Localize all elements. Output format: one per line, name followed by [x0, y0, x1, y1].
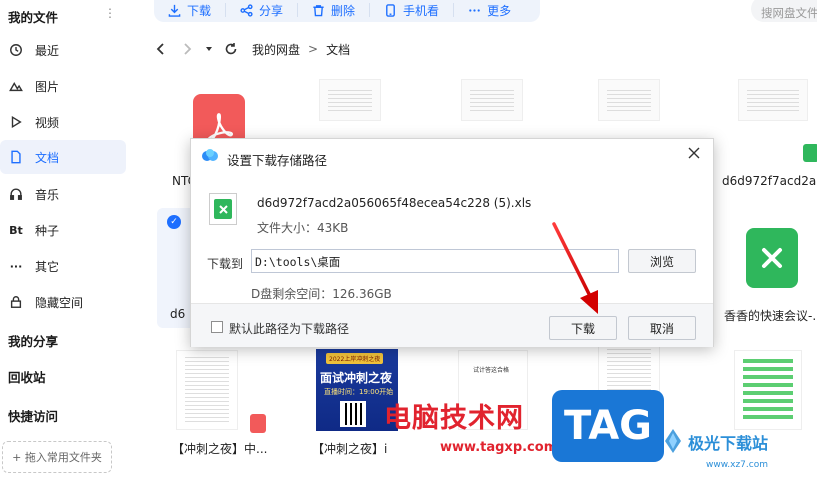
default-path-checkbox[interactable]: [211, 321, 223, 333]
lock-icon: [8, 294, 24, 310]
watermark-site-name: 电脑技术网: [384, 403, 524, 434]
sidebar-quick-access[interactable]: 快捷访问: [8, 406, 58, 425]
baidu-netdisk-logo: [202, 149, 218, 161]
drop-folder-zone[interactable]: + 拖入常用文件夹: [2, 441, 112, 473]
sidebar-item-videos[interactable]: 视频: [0, 105, 126, 139]
pdf-badge-icon: [250, 414, 266, 433]
dialog-file-name: d6d972f7acd2a056065f48ecea54c228 (5).xls: [257, 196, 532, 210]
dialog-file-size: 文件大小：43KB: [257, 221, 349, 235]
document-thumbnail[interactable]: [176, 350, 238, 430]
free-space-text: D盘剩余空间：126.36GB: [251, 287, 392, 301]
sidebar-item-music[interactable]: 音乐: [0, 177, 126, 211]
close-icon: [688, 147, 700, 159]
delete-button[interactable]: 删除: [298, 3, 371, 18]
red-arrow-annotation: [552, 222, 598, 314]
sidebar-item-hidden-space[interactable]: 隐藏空间: [0, 285, 126, 319]
breadcrumb-root[interactable]: 我的网盘: [252, 41, 300, 58]
dialog-title: 设置下载存储路径: [227, 153, 328, 168]
spreadsheet-thumbnail[interactable]: [461, 79, 523, 121]
sidebar: 我的文件 ⋮ 最近 图片 视频 文档 音乐 Bt 种子 ··· 其它 隐藏空间 …: [0, 0, 135, 483]
phone-icon: [386, 3, 395, 17]
spreadsheet-thumbnail[interactable]: [738, 79, 808, 121]
share-icon: [240, 3, 253, 17]
aurora-logo-icon: [665, 429, 681, 453]
sidebar-item-images[interactable]: 图片: [0, 69, 126, 103]
history-dropdown-button[interactable]: [198, 38, 220, 60]
sidebar-item-torrents[interactable]: Bt 种子: [0, 213, 126, 247]
download-icon: [168, 4, 181, 17]
more-dots-icon: [469, 8, 480, 12]
sidebar-item-label: 其它: [35, 259, 60, 274]
spreadsheet-thumbnail[interactable]: [598, 79, 660, 121]
chevron-left-icon: [156, 43, 164, 55]
sidebar-item-label: 最近: [35, 43, 60, 58]
breadcrumb-separator: >: [308, 42, 319, 56]
sidebar-item-recent[interactable]: 最近: [0, 33, 126, 67]
browse-button[interactable]: 浏览: [628, 249, 696, 273]
file-name[interactable]: d6: [170, 307, 185, 321]
headphones-icon: [8, 186, 24, 202]
caret-down-icon: [206, 47, 212, 51]
cancel-button[interactable]: 取消: [628, 316, 696, 340]
sidebar-my-share[interactable]: 我的分享: [8, 331, 58, 350]
sidebar-item-other[interactable]: ··· 其它: [0, 249, 126, 283]
excel-badge-icon: [803, 144, 817, 162]
document-icon: [8, 149, 24, 165]
image-icon: [8, 78, 24, 94]
more-icon: ···: [9, 259, 23, 273]
watermark2-site-url: www.xz7.com: [706, 460, 768, 470]
watermark-tag-logo: TAG: [552, 390, 664, 462]
clock-icon: [8, 42, 24, 58]
trash-icon: [313, 4, 324, 16]
more-button[interactable]: 更多: [454, 3, 525, 18]
sidebar-my-files[interactable]: 我的文件: [8, 7, 58, 26]
breadcrumb-current: 文档: [326, 42, 351, 57]
close-button[interactable]: [685, 144, 703, 162]
sidebar-item-label: 种子: [35, 223, 60, 238]
file-toolbar: 下载 分享 删除 手机看 更多: [154, 0, 540, 22]
back-button[interactable]: [150, 38, 172, 60]
sidebar-item-documents[interactable]: 文档: [0, 140, 126, 174]
search-input[interactable]: 搜网盘文件: [751, 0, 817, 22]
file-name[interactable]: 【冲刺之夜】中...: [172, 440, 267, 457]
qr-code: [340, 401, 366, 427]
sidebar-item-label: 音乐: [35, 187, 60, 202]
file-name[interactable]: 【冲刺之夜】i: [312, 440, 387, 457]
refresh-button[interactable]: [220, 38, 242, 60]
sidebar-item-label: 文档: [35, 150, 60, 165]
navigation-bar: 我的网盘 > 文档: [150, 38, 350, 60]
file-name[interactable]: 香香的快速会议-...: [724, 307, 817, 324]
watermark2-site-name: 极光下载站: [688, 434, 769, 453]
download-button[interactable]: 下载: [154, 3, 227, 18]
download-path-dialog: 设置下载存储路径 d6d972f7acd2a056065f48ecea54c22…: [190, 138, 714, 347]
excel-file-icon[interactable]: [746, 228, 798, 288]
sidebar-item-label: 视频: [35, 115, 60, 130]
sidebar-item-label: 隐藏空间: [35, 295, 84, 310]
document-thumbnail[interactable]: [734, 350, 802, 430]
refresh-icon: [225, 43, 237, 55]
share-button[interactable]: 分享: [226, 3, 299, 18]
check-icon[interactable]: ✓: [167, 215, 181, 229]
sidebar-item-label: 图片: [35, 79, 60, 94]
excel-file-icon: [209, 193, 237, 225]
play-icon: [8, 114, 24, 130]
sidebar-recycle-bin[interactable]: 回收站: [8, 367, 46, 386]
file-name[interactable]: d6d972f7acd2a...: [722, 174, 817, 188]
phone-view-button[interactable]: 手机看: [370, 3, 455, 18]
default-path-label[interactable]: 默认此路径为下载路径: [229, 320, 349, 337]
watermark-site-url: www.tagxp.com: [440, 440, 558, 455]
bt-icon: Bt: [9, 223, 23, 237]
chevron-right-icon: [184, 43, 192, 55]
spreadsheet-thumbnail[interactable]: [319, 79, 381, 121]
download-to-label: 下载到: [207, 257, 244, 271]
forward-button[interactable]: [176, 38, 198, 60]
more-options-icon[interactable]: ⋮: [104, 6, 116, 20]
